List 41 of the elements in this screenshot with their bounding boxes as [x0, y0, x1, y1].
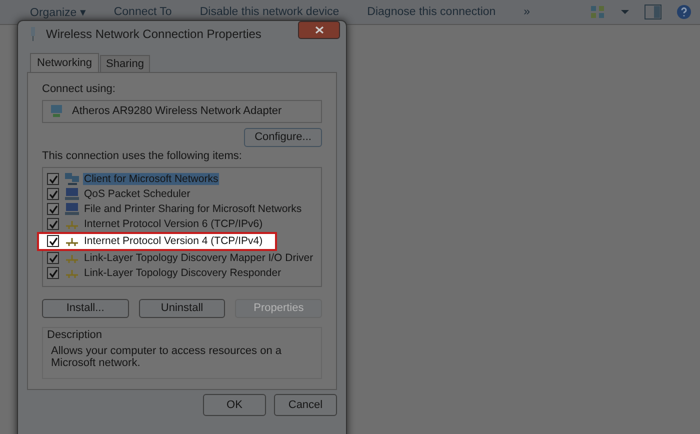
- computer-icon: [64, 187, 80, 202]
- checkbox[interactable]: [47, 267, 59, 280]
- item-label[interactable]: Link-Layer Topology Discovery Responder: [83, 267, 282, 280]
- window-title: Wireless Network Connection Properties: [46, 27, 262, 41]
- network-plug-icon: [28, 26, 38, 42]
- checkbox[interactable]: [47, 235, 59, 248]
- network-computers-icon: [64, 172, 80, 186]
- description-text: Allows your computer to access resources on a Microsoft network.: [51, 344, 282, 369]
- toolbar-button[interactable]: »: [512, 6, 542, 18]
- tab[interactable]: Sharing: [100, 55, 150, 72]
- checkbox[interactable]: [47, 203, 59, 216]
- item-label[interactable]: File and Printer Sharing for Microsoft Networks: [83, 203, 303, 216]
- adapter-name: Atheros AR9280 Wireless Network Adapter: [72, 105, 282, 118]
- toolbar-button[interactable]: Disable this network device: [188, 6, 352, 18]
- toolbar-button[interactable]: Organize ▾: [18, 5, 98, 19]
- checkbox[interactable]: [47, 252, 59, 264]
- checkbox[interactable]: [47, 173, 59, 186]
- tab[interactable]: Networking: [30, 53, 100, 72]
- toolbar-button[interactable]: Diagnose this connection: [355, 6, 508, 18]
- connect-using-label: Connect using:: [42, 83, 116, 95]
- checkbox[interactable]: [47, 218, 59, 230]
- description-title: Description: [47, 328, 104, 341]
- dialog-button[interactable]: OK: [203, 394, 266, 416]
- item-label[interactable]: Link-Layer Topology Discovery Mapper I/O Driver: [83, 252, 314, 264]
- items-label: This connection uses the following items:: [42, 150, 243, 162]
- toolbar-button[interactable]: Connect To: [102, 6, 184, 18]
- close-icon: [314, 26, 324, 34]
- network-adapter-icon: [49, 103, 65, 120]
- configure-button[interactable]: Configure...: [244, 128, 322, 147]
- close-button[interactable]: [298, 21, 340, 39]
- item-button[interactable]: Install...: [42, 298, 129, 318]
- item-label[interactable]: QoS Packet Scheduler: [83, 188, 192, 200]
- checkbox[interactable]: [47, 188, 59, 200]
- item-button[interactable]: Uninstall: [138, 298, 226, 318]
- item-label[interactable]: Client for Microsoft Networks: [83, 173, 220, 186]
- item-label[interactable]: Internet Protocol Version 4 (TCP/IPv4): [83, 235, 264, 248]
- item-label[interactable]: Internet Protocol Version 6 (TCP/IPv6): [83, 218, 264, 230]
- help-icon[interactable]: [676, 4, 692, 20]
- dialog-button[interactable]: Cancel: [274, 394, 337, 416]
- caret-icon[interactable]: [620, 9, 630, 15]
- computer-icon: [64, 202, 80, 216]
